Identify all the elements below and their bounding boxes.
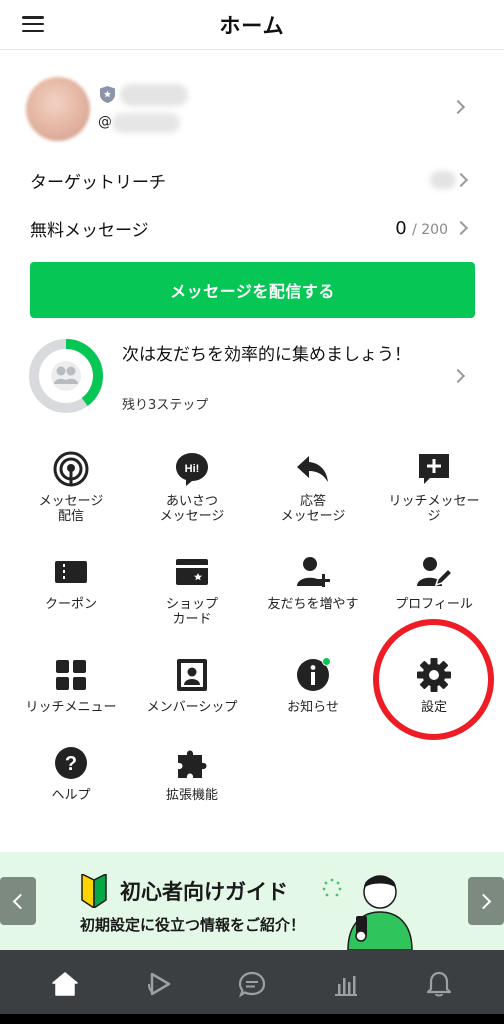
grid-item-help[interactable]: ? ヘルプ bbox=[10, 744, 132, 803]
free-messages-row[interactable]: 無料メッセージ 0 / 200 bbox=[0, 205, 504, 251]
chat-icon bbox=[238, 971, 266, 998]
grid-item-rich-message[interactable]: リッチメッセー ジ bbox=[373, 450, 495, 524]
grid-item-notifications[interactable]: お知らせ bbox=[252, 656, 374, 715]
grid-label: ショップ カード bbox=[165, 597, 218, 627]
banner-prev-button[interactable] bbox=[0, 877, 36, 925]
reply-icon bbox=[294, 450, 332, 488]
beginner-guide-banner[interactable]: 初心者向けガイド 初期設定に役立つ情報をご紹介！ bbox=[0, 852, 504, 950]
info-icon bbox=[294, 656, 332, 694]
bottom-navigation bbox=[0, 950, 504, 1024]
banner-title: 初心者向けガイド bbox=[120, 880, 288, 904]
svg-text:?: ? bbox=[65, 753, 77, 775]
grid-label: ヘルプ bbox=[51, 788, 91, 803]
membership-icon bbox=[173, 656, 211, 694]
grid-item-extensions[interactable]: 拡張機能 bbox=[131, 744, 253, 803]
banner-next-button[interactable] bbox=[468, 877, 504, 925]
account-name-blurred bbox=[120, 84, 188, 106]
guide-person-illustration bbox=[347, 875, 413, 950]
page-title: ホーム bbox=[219, 13, 285, 38]
grid-item-greeting-message[interactable]: Hi! あいさつ メッセージ bbox=[131, 450, 253, 524]
banner-subtitle: 初期設定に役立つ情報をご紹介！ bbox=[80, 916, 306, 934]
grid-label: 応答 メッセージ bbox=[280, 494, 346, 524]
chevron-left-icon bbox=[12, 893, 29, 909]
grid-item-rich-menu[interactable]: リッチメニュー bbox=[10, 656, 132, 715]
grid-label: リッチメニュー bbox=[25, 700, 117, 715]
free-messages-limit: / 200 bbox=[412, 221, 448, 238]
grid-item-auto-reply[interactable]: 応答 メッセージ bbox=[252, 450, 374, 524]
bell-icon bbox=[426, 971, 452, 997]
grid-label: メンバーシップ bbox=[146, 700, 238, 715]
grid-item-membership[interactable]: メンバーシップ bbox=[131, 656, 253, 715]
gear-icon bbox=[415, 656, 453, 694]
progress-ring bbox=[29, 339, 103, 413]
notification-dot bbox=[322, 657, 331, 666]
target-reach-label: ターゲットリーチ bbox=[30, 172, 166, 193]
nav-analytics[interactable] bbox=[326, 964, 366, 1004]
grid-item-coupon[interactable]: クーポン bbox=[10, 553, 132, 612]
broadcast-icon bbox=[52, 450, 90, 488]
grid-label: クーポン bbox=[44, 597, 97, 612]
nav-media[interactable] bbox=[139, 964, 179, 1004]
shop-card-icon bbox=[173, 553, 211, 591]
avatar bbox=[26, 77, 90, 141]
system-bar bbox=[0, 1014, 504, 1024]
grid-label: あいさつ メッセージ bbox=[159, 494, 225, 524]
play-icon bbox=[147, 972, 171, 996]
nav-chat[interactable] bbox=[232, 964, 272, 1004]
add-friend-icon bbox=[294, 553, 332, 591]
help-icon: ? bbox=[52, 744, 90, 782]
sparkle-icon bbox=[322, 878, 342, 897]
grid-item-message-broadcast[interactable]: メッセージ 配信 bbox=[10, 450, 132, 524]
beginner-mark-icon bbox=[81, 874, 107, 908]
send-message-button[interactable]: メッセージを配信する bbox=[30, 262, 475, 318]
svg-text:Hi!: Hi! bbox=[185, 463, 200, 475]
hamburger-menu-icon[interactable] bbox=[22, 13, 44, 35]
grid-label: 友だちを増やす bbox=[267, 597, 359, 612]
nav-home[interactable] bbox=[45, 964, 85, 1004]
grid-label: メッセージ 配信 bbox=[38, 494, 104, 524]
chevron-right-icon bbox=[453, 220, 469, 236]
next-steps-card[interactable]: 次は友だちを効率的に集めましょう！ 残り3ステップ bbox=[0, 330, 504, 424]
account-summary[interactable]: @ bbox=[0, 62, 504, 152]
puzzle-icon bbox=[173, 744, 211, 782]
nav-notifications[interactable] bbox=[419, 964, 459, 1004]
profile-edit-icon bbox=[415, 553, 453, 591]
analytics-icon bbox=[335, 976, 357, 996]
steps-title: 次は友だちを効率的に集めましょう！ bbox=[122, 345, 411, 365]
grid-label: リッチメッセー ジ bbox=[388, 494, 480, 524]
grid-item-shop-card[interactable]: ショップ カード bbox=[131, 553, 253, 627]
chevron-right-icon bbox=[450, 99, 466, 115]
chevron-right-icon bbox=[453, 172, 469, 188]
steps-remaining: 残り3ステップ bbox=[122, 398, 209, 413]
account-id-prefix: @ bbox=[98, 114, 112, 130]
rich-menu-icon bbox=[52, 656, 90, 694]
hi-bubble-icon: Hi! bbox=[173, 450, 211, 488]
chevron-right-icon bbox=[475, 893, 492, 909]
grid-label: プロフィール bbox=[395, 597, 473, 612]
grid-label: 拡張機能 bbox=[165, 788, 218, 803]
grid-item-profile[interactable]: プロフィール bbox=[373, 553, 495, 612]
account-badge-icon bbox=[100, 86, 115, 103]
grid-item-add-friends[interactable]: 友だちを増やす bbox=[252, 553, 374, 612]
account-id-blurred bbox=[112, 113, 180, 133]
free-messages-count: 0 / 200 bbox=[395, 218, 448, 239]
friends-icon bbox=[51, 361, 81, 391]
target-reach-row[interactable]: ターゲットリーチ bbox=[0, 157, 504, 203]
grid-item-settings[interactable]: 設定 bbox=[373, 656, 495, 715]
target-reach-value-blurred bbox=[430, 171, 456, 189]
chevron-right-icon bbox=[450, 368, 466, 384]
coupon-icon bbox=[52, 553, 90, 591]
header: ホーム bbox=[0, 0, 504, 50]
free-messages-used: 0 bbox=[395, 217, 407, 239]
home-icon bbox=[52, 972, 78, 996]
grid-label: 設定 bbox=[420, 700, 447, 715]
grid-label: お知らせ bbox=[287, 700, 339, 715]
rich-message-icon bbox=[415, 450, 453, 488]
free-messages-label: 無料メッセージ bbox=[30, 220, 149, 241]
